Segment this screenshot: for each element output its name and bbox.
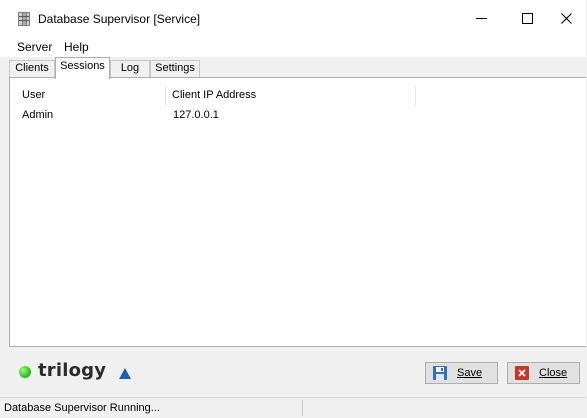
close-button[interactable]: Close (507, 362, 580, 384)
cell-user: Admin (22, 109, 54, 121)
app-window: Database Supervisor [Service] Server Hel… (0, 0, 586, 417)
column-header-user[interactable]: User (22, 89, 45, 101)
column-divider[interactable] (165, 86, 166, 106)
sessions-panel: User Client IP Address Admin 127.0.0.1 (9, 77, 586, 347)
brand-name: trilogy (38, 360, 107, 381)
save-button-label: Save (457, 367, 483, 379)
database-icon (17, 12, 31, 26)
tab-log[interactable]: Log (110, 60, 150, 77)
close-button-label: Close (539, 367, 568, 379)
menu-bar: Server Help (0, 37, 586, 57)
table-row[interactable]: Admin 127.0.0.1 (10, 107, 586, 125)
window-title: Database Supervisor [Service] (38, 12, 201, 26)
footer-area: trilogy Save Close (0, 347, 586, 397)
minimize-button[interactable] (459, 0, 505, 37)
red-x-icon (515, 366, 529, 380)
column-divider[interactable] (415, 86, 416, 106)
close-window-button[interactable] (550, 0, 586, 37)
tab-strip: Clients Sessions Log Settings (0, 57, 586, 79)
column-header-client-ip[interactable]: Client IP Address (172, 89, 256, 101)
tab-clients[interactable]: Clients (9, 60, 55, 77)
save-button[interactable]: Save (425, 362, 498, 384)
menu-server[interactable]: Server (17, 40, 52, 54)
status-indicator-icon (19, 366, 31, 378)
tab-settings[interactable]: Settings (150, 60, 200, 77)
minimize-icon (476, 18, 487, 19)
status-bar: Database Supervisor Running... (0, 397, 586, 417)
menu-help[interactable]: Help (64, 40, 89, 54)
status-text: Database Supervisor Running... (4, 402, 160, 414)
title-bar[interactable]: Database Supervisor [Service] (0, 0, 586, 37)
sessions-list-header: User Client IP Address (10, 86, 586, 106)
maximize-icon (522, 13, 533, 24)
floppy-disk-icon (433, 366, 447, 380)
close-icon (561, 13, 572, 24)
maximize-button[interactable] (505, 0, 551, 37)
cell-client-ip: 127.0.0.1 (173, 109, 219, 121)
status-divider (302, 400, 303, 416)
tab-sessions[interactable]: Sessions (55, 57, 110, 79)
triangle-logo-icon (119, 368, 131, 379)
